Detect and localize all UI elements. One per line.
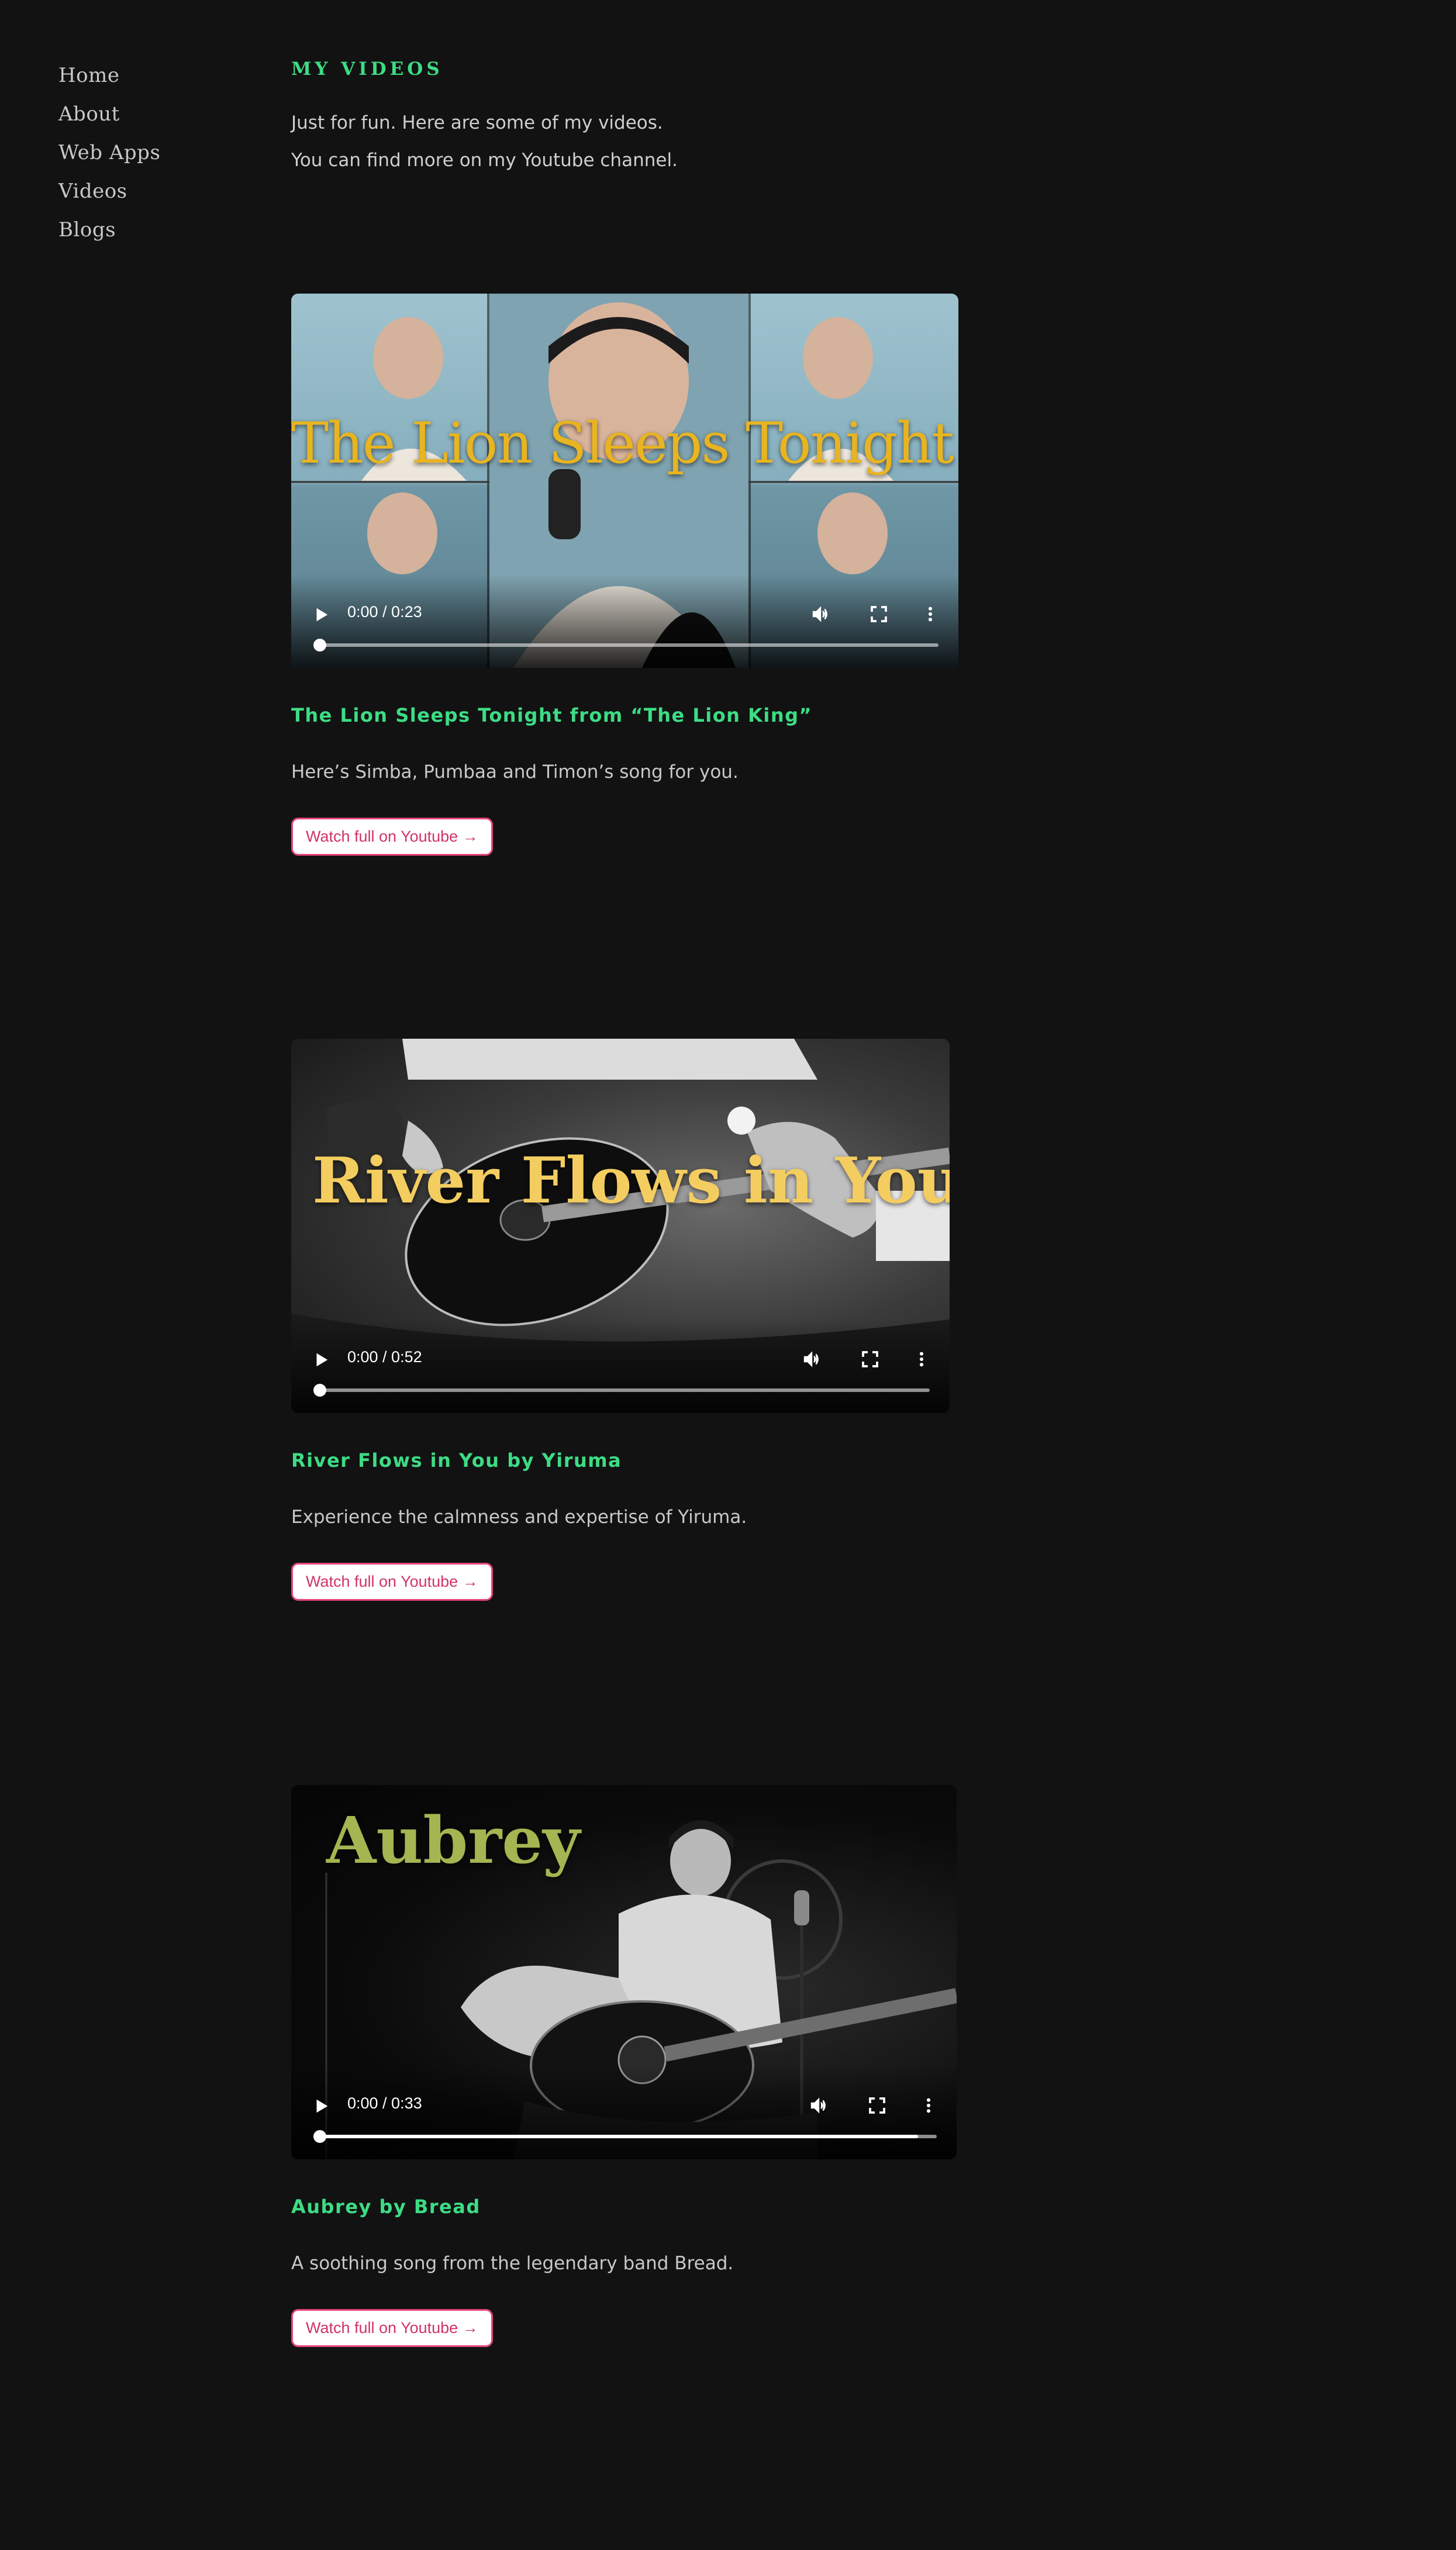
progress-thumb[interactable] [313,2130,326,2143]
progress-thumb[interactable] [313,1384,326,1397]
page-title: MY VIDEOS [291,58,443,80]
nav-home-link[interactable]: Home [58,56,160,95]
video-player[interactable]: River Flows in You 0:00 / 0:52 [291,1039,950,1413]
volume-icon[interactable] [802,1350,821,1369]
controls-overlay [291,574,958,668]
poster-title: The Lion Sleeps Tonight [291,411,954,476]
poster-title: River Flows in You [312,1144,950,1218]
intro-line-1: Just for fun. Here are some of my videos… [291,112,663,133]
play-icon[interactable] [312,2097,330,2115]
video-card-river-flows: River Flows in You 0:00 / 0:52 River Flo… [291,1039,950,1601]
watch-on-youtube-button[interactable]: Watch full on Youtube → [291,1563,493,1601]
video-card-aubrey: Aubrey 0:00 / 0:33 Aubrey by Bread A soo… [291,1785,957,2347]
progress-bar[interactable] [313,1384,930,1397]
more-vert-icon[interactable] [921,605,940,623]
nav-web-apps-link[interactable]: Web Apps [58,133,160,172]
nav-videos-link[interactable]: Videos [58,172,160,211]
watch-on-youtube-button[interactable]: Watch full on Youtube → [291,2309,493,2347]
progress-thumb[interactable] [313,639,326,652]
video-description: A soothing song from the legendary band … [291,2253,734,2274]
progress-bar[interactable] [313,2130,937,2143]
sidebar-nav: Home About Web Apps Videos Blogs [58,56,160,249]
volume-icon[interactable] [811,605,830,623]
page-header: MY VIDEOS Just for fun. Here are some of… [291,58,1022,179]
more-vert-icon[interactable] [919,2096,938,2115]
poster-title: Aubrey [326,1803,581,1878]
video-description: Experience the calmness and expertise of… [291,1507,747,1528]
nav-blogs-link[interactable]: Blogs [58,211,160,249]
video-title: River Flows in You by Yiruma [291,1449,622,1472]
video-description: Here’s Simba, Pumbaa and Timon’s song fo… [291,761,739,783]
volume-icon[interactable] [809,2096,828,2115]
time-display: 0:00 / 0:23 [347,603,422,621]
fullscreen-icon[interactable] [868,2096,886,2115]
time-display: 0:00 / 0:33 [347,2094,422,2112]
progress-fill [316,2135,919,2138]
watch-on-youtube-button[interactable]: Watch full on Youtube → [291,818,493,856]
intro-text: Just for fun. Here are some of my videos… [291,104,1022,179]
video-title: The Lion Sleeps Tonight from “The Lion K… [291,704,813,726]
video-player[interactable]: Aubrey 0:00 / 0:33 [291,1785,957,2159]
video-title: Aubrey by Bread [291,2196,481,2218]
video-player[interactable]: The Lion Sleeps Tonight 0:00 / 0:23 [291,294,958,668]
play-icon[interactable] [312,1350,330,1369]
intro-line-2: You can find more on my Youtube channel. [291,150,678,171]
fullscreen-icon[interactable] [870,605,888,623]
play-icon[interactable] [312,605,330,624]
progress-bar[interactable] [313,639,939,652]
fullscreen-icon[interactable] [861,1350,879,1369]
time-display: 0:00 / 0:52 [347,1348,422,1366]
more-vert-icon[interactable] [912,1350,931,1369]
controls-overlay [291,1319,950,1413]
video-card-lion-sleeps: The Lion Sleeps Tonight 0:00 / 0:23 The … [291,294,958,856]
controls-overlay [291,2066,957,2159]
nav-about-link[interactable]: About [58,95,160,133]
